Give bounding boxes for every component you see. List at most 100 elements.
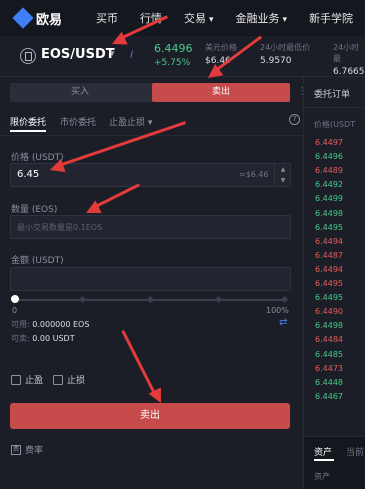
slider-tick[interactable] xyxy=(78,295,87,304)
slider-min-label: 0 xyxy=(12,306,18,315)
chevron-down-icon: ▾ xyxy=(209,15,214,25)
logo-text: 欧易 xyxy=(36,12,63,28)
amount-field[interactable]: 最小交易数量是0.1EOS xyxy=(10,215,291,239)
nav-item-finance[interactable]: 金融业务 ▾ xyxy=(236,10,288,26)
slider-knob[interactable] xyxy=(11,295,19,303)
stat-label: 美元价格 xyxy=(205,43,237,52)
nav-item-academy[interactable]: 新手学院 xyxy=(309,10,353,26)
order-book-row[interactable]: 6.4496 xyxy=(315,152,343,161)
order-book-row[interactable]: 6.4494 xyxy=(315,237,343,246)
eos-coin-icon xyxy=(20,48,36,64)
fee-label: 费率 xyxy=(25,446,44,456)
sellable-amount: 可卖: 0.00 USDT xyxy=(11,333,75,344)
order-book-row[interactable]: 6.4495 xyxy=(315,279,343,288)
stat-usd-price: 美元价格 $6.46 xyxy=(205,42,237,66)
order-book-row[interactable]: 6.4473 xyxy=(315,364,343,373)
stat-24h-low: 24小时最低价 5.9570 xyxy=(260,42,310,66)
order-type-tabs: 限价委托 市价委托 止盈止损 ▾ ? xyxy=(10,114,300,132)
order-book-row[interactable]: 6.4490 xyxy=(315,307,343,316)
stat-label: 24小时最 xyxy=(333,43,360,63)
top-navbar: 欧易 买币 行情 交易 ▾ 金融业务 ▾ 新手学院 xyxy=(0,0,365,37)
amount-slider[interactable] xyxy=(11,295,289,304)
order-book-row[interactable]: 6.4467 xyxy=(315,392,343,401)
order-book-row[interactable]: 6.4497 xyxy=(315,138,343,147)
tab-market-order[interactable]: 市价委托 xyxy=(60,115,96,128)
active-tab-underline xyxy=(314,459,334,461)
chevron-down-icon: ▾ xyxy=(282,15,288,25)
transfer-icon[interactable]: ⇄ xyxy=(279,317,287,328)
nav-item-buy-crypto[interactable]: 买币 xyxy=(96,10,118,26)
stat-24h-high: 24小时最 6.7665 xyxy=(333,42,365,77)
order-book-row[interactable]: 6.4494 xyxy=(315,265,343,274)
order-book-row[interactable]: 6.4485 xyxy=(315,350,343,359)
tab-buy[interactable]: 买入 xyxy=(10,83,150,102)
pair-selector[interactable]: EOS/USDT xyxy=(41,47,115,62)
assets-sub-label: 资产 xyxy=(314,472,330,481)
stepper-up-icon[interactable]: ▲ xyxy=(275,164,291,175)
order-book-row[interactable]: 6.4495 xyxy=(315,223,343,232)
tab-sell[interactable]: 卖出 xyxy=(152,83,290,102)
order-book-row[interactable]: 6.4489 xyxy=(315,166,343,175)
order-book-title: 委托订单 xyxy=(314,90,351,100)
okx-logo-icon xyxy=(12,7,34,29)
amount-placeholder: 最小交易数量是0.1EOS xyxy=(17,223,103,232)
active-tab-underline xyxy=(10,130,46,132)
last-price: 6.4496 xyxy=(154,42,193,55)
stat-value: 5.9570 xyxy=(260,56,292,66)
sell-button[interactable]: 卖出 xyxy=(10,403,290,429)
available-balance: 可用: 0.000000 EOS xyxy=(11,319,89,330)
available-value: 0.000000 EOS xyxy=(32,320,90,329)
tab-stop-order-label: 止盈止损 xyxy=(109,118,146,128)
chevron-down-icon: ▾ xyxy=(147,118,153,128)
total-field[interactable] xyxy=(10,267,291,291)
slider-tick[interactable] xyxy=(214,295,223,304)
order-book-price-header: 价格(USDT xyxy=(314,120,356,129)
info-icon[interactable]: i xyxy=(130,48,133,61)
order-book-row[interactable]: 6.4498 xyxy=(315,321,343,330)
fee-rate-link[interactable]: 费费率 xyxy=(11,443,43,456)
order-book: 委托订单 价格(USDT 6.4497 6.4496 6.4489 6.4492 6.4… xyxy=(304,77,365,489)
order-book-row[interactable]: 6.4492 xyxy=(315,180,343,189)
amount-label: 数量 (EOS) xyxy=(11,205,58,215)
checkbox-icon xyxy=(53,374,63,385)
tab-assets[interactable]: 资产 xyxy=(314,445,332,458)
tab-limit-order[interactable]: 限价委托 xyxy=(10,115,46,128)
slider-max-label: 100% xyxy=(266,306,289,315)
help-icon[interactable]: ? xyxy=(289,114,300,125)
price-input-value: 6.45 xyxy=(17,169,40,180)
buy-sell-tabs: 买入 卖出 xyxy=(10,83,290,102)
ticker-bar: EOS/USDT ▾ i 6.4496 +5.75% 美元价格 $6.46 24小… xyxy=(0,36,365,77)
nav-item-finance-label: 金融业务 xyxy=(235,12,280,25)
checkbox-icon xyxy=(11,374,21,385)
price-usd-hint: ≈$6.46 xyxy=(239,170,269,179)
stop-loss-checkbox[interactable]: 止损 xyxy=(53,373,85,386)
order-book-row[interactable]: 6.4499 xyxy=(315,194,343,203)
sellable-value: 0.00 USDT xyxy=(32,334,75,343)
order-book-row[interactable]: 6.4498 xyxy=(315,209,343,218)
slider-tick[interactable] xyxy=(280,295,289,304)
stat-label: 24小时最低价 xyxy=(260,43,311,52)
nav-item-trade[interactable]: 交易 ▾ xyxy=(184,10,214,26)
order-book-row[interactable]: 6.4487 xyxy=(315,251,343,260)
order-book-row[interactable]: 6.4484 xyxy=(315,335,343,344)
price-stepper[interactable]: ▲ ▼ xyxy=(274,164,291,186)
slider-tick[interactable] xyxy=(146,295,155,304)
stop-loss-label: 止损 xyxy=(67,376,86,386)
take-profit-label: 止盈 xyxy=(25,376,44,386)
trade-panel: 买入 卖出 ⋮ 限价委托 市价委托 止盈止损 ▾ ? 价格 (USDT) 6.4… xyxy=(0,77,307,488)
order-book-row[interactable]: 6.4495 xyxy=(315,293,343,302)
assets-panel: 资产 当前 资产 xyxy=(304,436,365,489)
price-change: +5.75% xyxy=(154,58,191,68)
tab-stop-order[interactable]: 止盈止损 ▾ xyxy=(109,115,152,128)
order-book-row[interactable]: 6.4448 xyxy=(315,378,343,387)
fee-icon: 费 xyxy=(11,444,21,455)
logo[interactable]: 欧易 xyxy=(12,7,74,29)
chevron-down-icon[interactable]: ▾ xyxy=(110,49,115,59)
total-label: 金额 (USDT) xyxy=(11,256,64,266)
stepper-down-icon[interactable]: ▼ xyxy=(275,175,291,186)
tab-current[interactable]: 当前 xyxy=(346,445,364,458)
take-profit-checkbox[interactable]: 止盈 xyxy=(11,373,43,386)
available-label: 可用: xyxy=(11,320,30,329)
nav-item-trade-label: 交易 xyxy=(184,12,206,25)
sellable-label: 可卖: xyxy=(11,334,30,343)
